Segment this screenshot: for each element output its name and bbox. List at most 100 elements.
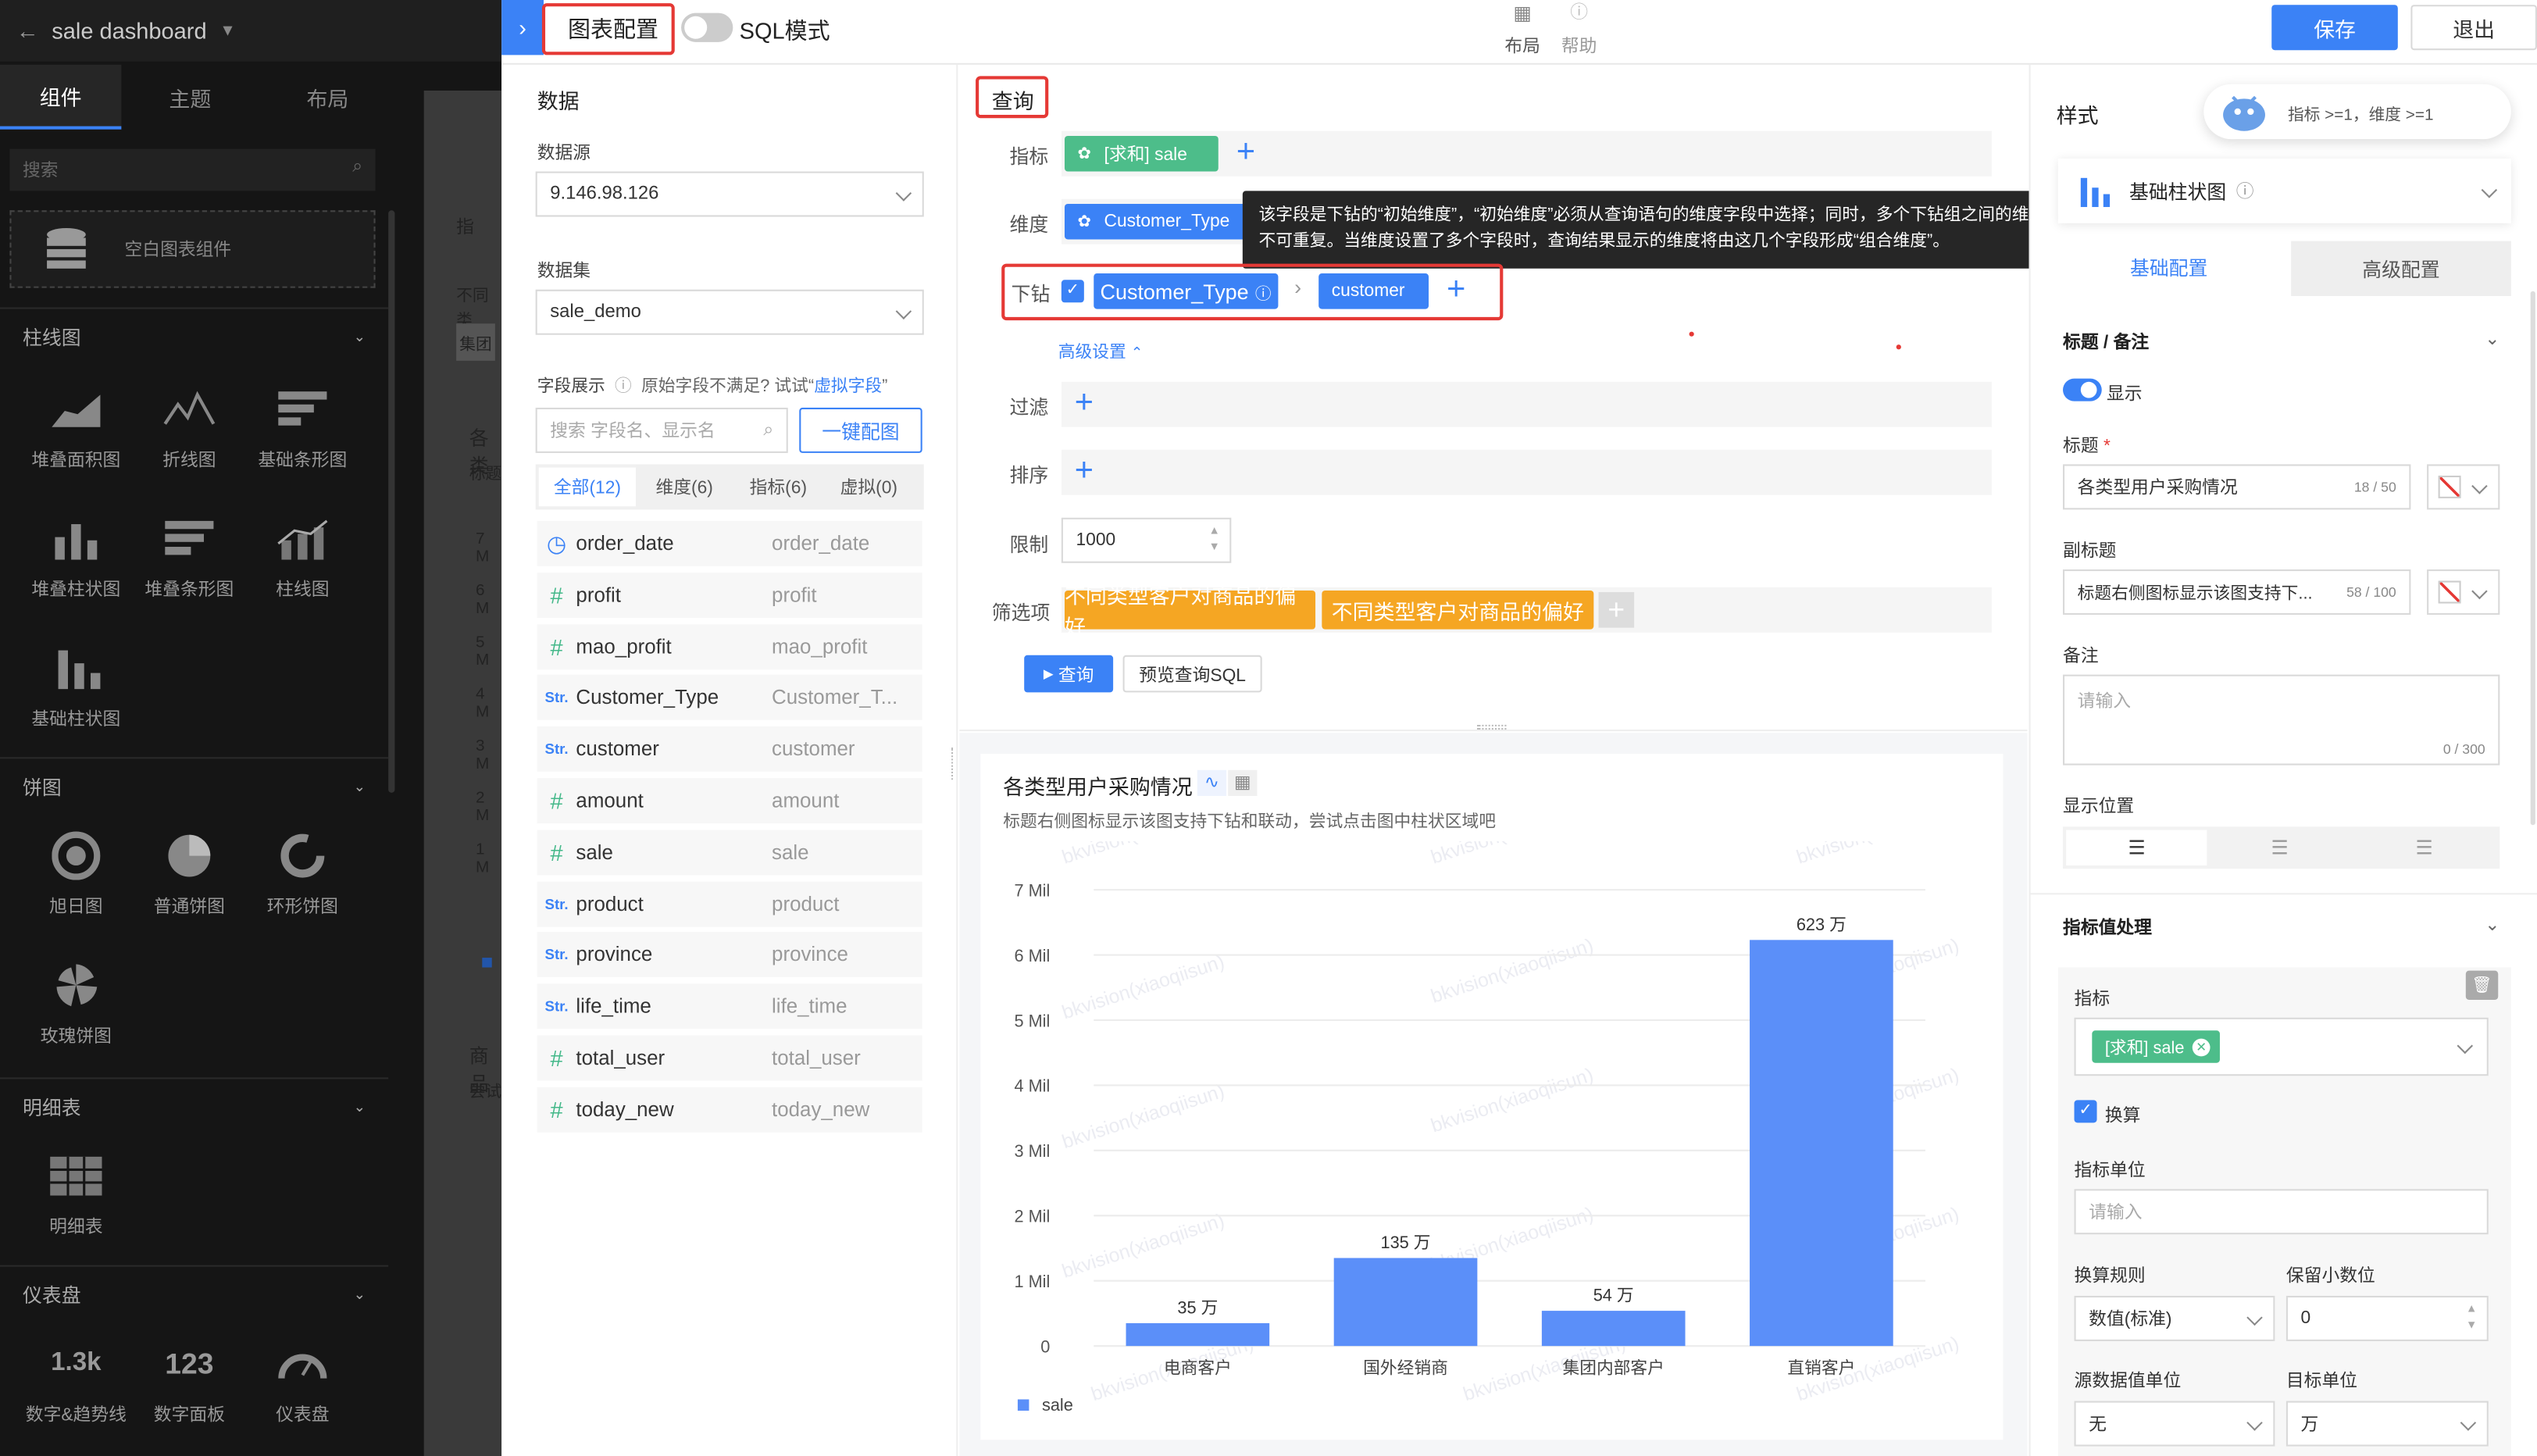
show-title-toggle[interactable]: [2063, 378, 2102, 401]
chart-column-line[interactable]: 柱线图: [246, 511, 359, 601]
category-bar-line[interactable]: 柱线图 ⌄: [0, 307, 389, 366]
stepper-icon[interactable]: ▲ ▼: [1208, 524, 1219, 556]
drill-chart-icon[interactable]: ∿: [1197, 769, 1227, 796]
one-click-chart-button[interactable]: 一键配图: [799, 407, 922, 453]
arrow-left-icon[interactable]: ←: [16, 18, 39, 44]
add-sort-button[interactable]: +: [1066, 455, 1102, 491]
rule-select[interactable]: 数值(标准): [2074, 1295, 2275, 1341]
help-button[interactable]: ⓘ 帮助: [1558, 0, 1600, 59]
stepper-icon[interactable]: ▲ ▼: [2466, 1302, 2477, 1334]
save-button[interactable]: 保存: [2271, 5, 2398, 51]
empty-chart-component[interactable]: 空白图表组件: [9, 210, 376, 288]
note-textarea[interactable]: 请输入 0 / 300: [2063, 674, 2500, 765]
sidebar-scrollbar[interactable]: [388, 210, 395, 793]
decimal-input[interactable]: 0 ▲ ▼: [2285, 1295, 2489, 1341]
preview-sql-button[interactable]: 预览查询SQL: [1122, 655, 1262, 693]
dimension-tag[interactable]: ✿ Customer_Type: [1064, 203, 1246, 240]
chart-line[interactable]: 折线图: [133, 382, 246, 473]
tab-basic-config[interactable]: 基础配置: [2057, 241, 2280, 297]
drill-next-tag[interactable]: customer: [1318, 273, 1429, 309]
title-color-picker[interactable]: [2427, 464, 2500, 510]
filter-option-chip[interactable]: 不同类型客户对商品的偏好: [1064, 584, 1316, 639]
layout-button[interactable]: ▦ 布局: [1501, 0, 1543, 59]
field-item[interactable]: # total_user total_user: [537, 1035, 922, 1081]
query-button[interactable]: ▶ 查询: [1024, 655, 1114, 693]
chart-detail-table[interactable]: 明细表: [20, 1148, 133, 1239]
section-metric-processing[interactable]: 指标值处理 ⌄: [2063, 914, 2500, 940]
tab-virtual-fields[interactable]: 虚拟(0): [823, 474, 914, 500]
chart-rose[interactable]: 玫瑰饼图: [20, 958, 133, 1048]
chart-stacked-column[interactable]: 堆叠柱状图: [20, 511, 133, 601]
category-gauge[interactable]: 仪表盘 ⌄: [0, 1265, 389, 1324]
src-unit-select[interactable]: 无: [2074, 1401, 2275, 1447]
collapse-button[interactable]: ›: [501, 0, 544, 55]
resize-grip[interactable]: [951, 747, 956, 780]
unit-input[interactable]: 请输入: [2074, 1189, 2489, 1235]
sidebar-search-input[interactable]: 搜索 ⌕: [9, 148, 376, 191]
filter-option-chip[interactable]: 不同类型客户对商品的偏好: [1322, 590, 1594, 630]
tab-advanced-config[interactable]: 高级配置: [2291, 241, 2511, 297]
field-item[interactable]: Str. customer customer: [537, 726, 922, 773]
datasource-select[interactable]: 9.146.98.126: [535, 171, 924, 217]
field-item[interactable]: # sale sale: [537, 830, 922, 876]
category-pie[interactable]: 饼图 ⌄: [0, 757, 389, 815]
field-item[interactable]: Str. life_time life_time: [537, 983, 922, 1030]
chart-donut[interactable]: 环形饼图: [246, 828, 359, 919]
tab-all-fields[interactable]: 全部(12): [538, 467, 637, 507]
delete-icon[interactable]: 🗑: [2465, 970, 2499, 1000]
tab-theme[interactable]: 主题: [121, 65, 259, 130]
linkage-table-icon[interactable]: ▦: [1228, 769, 1258, 796]
dataset-select[interactable]: sale_demo: [535, 289, 924, 335]
resize-handle[interactable]: [1477, 724, 1507, 730]
advanced-settings-link[interactable]: 高级设置 ⌃: [1058, 340, 1144, 364]
add-filter-option-button[interactable]: +: [1598, 592, 1635, 628]
field-item[interactable]: # amount amount: [537, 778, 922, 824]
chart-number-trend[interactable]: 1.3k 数字&趋势线: [20, 1336, 133, 1427]
drill-start-tag[interactable]: Customer_Type ⓘ: [1094, 273, 1279, 309]
chart-sunburst[interactable]: 旭日图: [20, 828, 133, 919]
limit-input[interactable]: 1000 ▲ ▼: [1061, 517, 1232, 563]
chart-basic-hbar[interactable]: 基础条形图: [246, 382, 359, 473]
align-left-icon[interactable]: ☰: [2066, 830, 2208, 866]
chart-type-select[interactable]: 基础柱状图 ⓘ: [2057, 158, 2511, 223]
tab-components[interactable]: 组件: [0, 64, 122, 130]
title-input[interactable]: 各类型用户采购情况 18 / 50: [2063, 464, 2411, 510]
section-title-note[interactable]: 标题 / 备注 ⌄: [2063, 328, 2500, 354]
add-filter-button[interactable]: +: [1066, 387, 1102, 423]
field-item[interactable]: Str. Customer_Type Customer_T...: [537, 675, 922, 721]
field-item[interactable]: ◷ order_date order_date: [537, 520, 922, 566]
field-item[interactable]: Str. province province: [537, 932, 922, 978]
chart-pie[interactable]: 普通饼图: [133, 828, 246, 919]
tab-layout[interactable]: 布局: [259, 65, 396, 130]
metric-tag[interactable]: ✿ [求和] sale: [1064, 135, 1219, 172]
app-title[interactable]: sale dashboard: [52, 18, 206, 44]
virtual-field-link[interactable]: 虚拟字段: [814, 377, 882, 397]
field-search-input[interactable]: 搜索 字段名、显示名 ⌕: [535, 407, 788, 453]
field-item[interactable]: Str. product product: [537, 880, 922, 926]
chart-number-panel[interactable]: 123 数字面板: [133, 1336, 246, 1427]
chart-stacked-hbar[interactable]: 堆叠条形图: [133, 511, 246, 601]
sql-mode-toggle[interactable]: [681, 12, 733, 42]
field-item[interactable]: # today_new today_new: [537, 1087, 922, 1133]
chevron-down-icon[interactable]: ▼: [219, 22, 236, 40]
metric-select[interactable]: [求和] sale ✕: [2074, 1017, 2489, 1076]
style-scrollbar[interactable]: [2530, 291, 2535, 826]
drill-checkbox[interactable]: ✓: [1061, 280, 1084, 303]
subtitle-color-picker[interactable]: [2427, 569, 2500, 616]
chart-stacked-area[interactable]: 堆叠面积图: [20, 382, 133, 473]
category-table[interactable]: 明细表 ⌄: [0, 1077, 389, 1136]
field-item[interactable]: # profit profit: [537, 572, 922, 618]
tab-dimension-fields[interactable]: 维度(6): [636, 474, 733, 500]
target-unit-select[interactable]: 万: [2285, 1401, 2489, 1447]
align-center-icon[interactable]: ☰: [2207, 830, 2352, 865]
align-right-icon[interactable]: ☰: [2352, 830, 2496, 865]
chart-gauge[interactable]: 仪表盘: [246, 1336, 359, 1427]
field-item[interactable]: # mao_profit mao_profit: [537, 623, 922, 669]
add-metric-button[interactable]: +: [1228, 136, 1264, 172]
chart-basic-column[interactable]: 基础柱状图: [20, 641, 133, 731]
add-drill-button[interactable]: +: [1438, 273, 1474, 309]
close-icon[interactable]: ✕: [2192, 1037, 2211, 1056]
tab-metric-fields[interactable]: 指标(6): [733, 474, 823, 500]
exit-button[interactable]: 退出: [2410, 5, 2537, 51]
convert-checkbox[interactable]: ✓: [2074, 1100, 2097, 1123]
